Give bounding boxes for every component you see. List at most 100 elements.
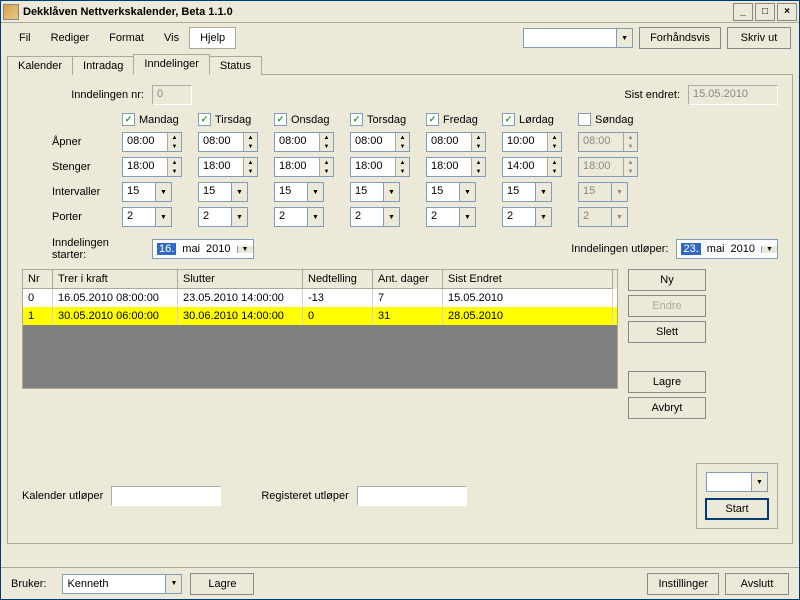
stenger-wed[interactable]: 18:00▲▼ — [274, 157, 334, 177]
check-icon — [578, 113, 591, 126]
int-sat[interactable]: 15 — [502, 182, 552, 202]
int-sun: 15 — [578, 182, 628, 202]
port-fri[interactable]: 2 — [426, 207, 476, 227]
apner-thu[interactable]: 08:00▲▼ — [350, 132, 410, 152]
day-tue[interactable]: ✓Tirsdag — [198, 113, 274, 126]
status-lagre-button[interactable]: Lagre — [190, 573, 254, 595]
chevron-down-icon — [237, 246, 253, 253]
statusbar: Bruker: Kenneth Lagre Instillinger Avslu… — [1, 567, 799, 599]
kalender-utloper-label: Kalender utløper — [22, 490, 111, 502]
inndnr-field: 0 — [152, 85, 192, 105]
port-sun: 2 — [578, 207, 628, 227]
day-mon[interactable]: ✓Mandag — [122, 113, 198, 126]
apner-mon[interactable]: 08:00▲▼ — [122, 132, 182, 152]
bruker-combo[interactable]: Kenneth — [62, 574, 182, 594]
start-date[interactable]: 16. mai 2010 — [152, 239, 254, 259]
int-tue[interactable]: 15 — [198, 182, 248, 202]
menu-rediger[interactable]: Rediger — [41, 28, 100, 48]
menu-vis[interactable]: Vis — [154, 28, 189, 48]
stenger-tue[interactable]: 18:00▲▼ — [198, 157, 258, 177]
top-combo[interactable] — [523, 28, 633, 48]
menu-fil[interactable]: Fil — [9, 28, 41, 48]
int-fri[interactable]: 15 — [426, 182, 476, 202]
ny-button[interactable]: Ny — [628, 269, 706, 291]
schedule-table[interactable]: Nr Trer i kraft Slutter Nedtelling Ant. … — [22, 269, 618, 389]
apner-wed[interactable]: 08:00▲▼ — [274, 132, 334, 152]
day-sun[interactable]: Søndag — [578, 113, 654, 126]
day-fri[interactable]: ✓Fredag — [426, 113, 502, 126]
print-button[interactable]: Skriv ut — [727, 27, 791, 49]
chevron-down-icon — [616, 29, 632, 47]
preview-button[interactable]: Forhåndsvis — [639, 27, 721, 49]
tabstrip: Kalender Intradag Inndelinger Status — [1, 54, 799, 75]
day-wed[interactable]: ✓Onsdag — [274, 113, 350, 126]
int-mon[interactable]: 15 — [122, 182, 172, 202]
tab-intradag[interactable]: Intradag — [72, 56, 134, 75]
endre-button: Endre — [628, 295, 706, 317]
apner-sun: 08:00▲▼ — [578, 132, 638, 152]
apner-fri[interactable]: 08:00▲▼ — [426, 132, 486, 152]
tab-status[interactable]: Status — [209, 56, 262, 75]
stenger-thu[interactable]: 18:00▲▼ — [350, 157, 410, 177]
slett-button[interactable]: Slett — [628, 321, 706, 343]
th-ned[interactable]: Nedtelling — [303, 270, 373, 289]
sistendret-label: Sist endret: — [624, 89, 688, 101]
kalender-utloper-field[interactable] — [111, 486, 221, 506]
th-trer[interactable]: Trer i kraft — [53, 270, 178, 289]
th-nr[interactable]: Nr — [23, 270, 53, 289]
stenger-mon[interactable]: 18:00▲▼ — [122, 157, 182, 177]
check-icon: ✓ — [274, 113, 287, 126]
app-window: Dekklåven Nettverkskalender, Beta 1.1.0 … — [0, 0, 800, 600]
instillinger-button[interactable]: Instillinger — [647, 573, 719, 595]
porter-label: Porter — [22, 211, 122, 223]
stenger-fri[interactable]: 18:00▲▼ — [426, 157, 486, 177]
tab-kalender[interactable]: Kalender — [7, 56, 73, 75]
th-ant[interactable]: Ant. dager — [373, 270, 443, 289]
minimize-button[interactable]: _ — [733, 3, 753, 21]
day-thu[interactable]: ✓Torsdag — [350, 113, 426, 126]
inndnr-label: Inndelingen nr: — [22, 89, 152, 101]
check-icon: ✓ — [350, 113, 363, 126]
sistendret-field: 15.05.2010 — [688, 85, 778, 105]
table-row[interactable]: 1 30.05.2010 06:00:00 30.06.2010 14:00:0… — [23, 307, 617, 325]
intervaller-label: Intervaller — [22, 186, 122, 198]
app-icon — [3, 4, 19, 20]
check-icon: ✓ — [502, 113, 515, 126]
port-tue[interactable]: 2 — [198, 207, 248, 227]
day-sat[interactable]: ✓Lørdag — [502, 113, 578, 126]
port-wed[interactable]: 2 — [274, 207, 324, 227]
check-icon: ✓ — [426, 113, 439, 126]
th-sist[interactable]: Sist Endret — [443, 270, 613, 289]
check-icon: ✓ — [198, 113, 211, 126]
window-title: Dekklåven Nettverkskalender, Beta 1.1.0 — [23, 6, 733, 18]
int-wed[interactable]: 15 — [274, 182, 324, 202]
lagre-button[interactable]: Lagre — [628, 371, 706, 393]
end-date[interactable]: 23. mai 2010 — [676, 239, 778, 259]
bruker-label: Bruker: — [11, 578, 54, 590]
start-combo[interactable] — [706, 472, 768, 492]
maximize-button[interactable]: □ — [755, 3, 775, 21]
avbryt-button[interactable]: Avbryt — [628, 397, 706, 419]
register-utloper-field[interactable] — [357, 486, 467, 506]
check-icon: ✓ — [122, 113, 135, 126]
stenger-sun: 18:00▲▼ — [578, 157, 638, 177]
menu-format[interactable]: Format — [99, 28, 154, 48]
port-thu[interactable]: 2 — [350, 207, 400, 227]
port-mon[interactable]: 2 — [122, 207, 172, 227]
tab-panel: Inndelingen nr: 0 Sist endret: 15.05.201… — [7, 74, 793, 544]
avslutt-button[interactable]: Avslutt — [725, 573, 789, 595]
close-button[interactable]: × — [777, 3, 797, 21]
menu-hjelp[interactable]: Hjelp — [189, 27, 236, 49]
start-button[interactable]: Start — [705, 498, 769, 520]
tab-inndelinger[interactable]: Inndelinger — [133, 54, 209, 75]
int-thu[interactable]: 15 — [350, 182, 400, 202]
apner-sat[interactable]: 10:00▲▼ — [502, 132, 562, 152]
end-label: Inndelingen utløper: — [571, 243, 676, 255]
menubar: Fil Rediger Format Vis Hjelp Forhåndsvis… — [1, 23, 799, 53]
th-slutter[interactable]: Slutter — [178, 270, 303, 289]
table-row[interactable]: 0 16.05.2010 08:00:00 23.05.2010 14:00:0… — [23, 289, 617, 307]
stenger-sat[interactable]: 14:00▲▼ — [502, 157, 562, 177]
start-label: Inndelingen starter: — [22, 237, 152, 261]
port-sat[interactable]: 2 — [502, 207, 552, 227]
apner-tue[interactable]: 08:00▲▼ — [198, 132, 258, 152]
